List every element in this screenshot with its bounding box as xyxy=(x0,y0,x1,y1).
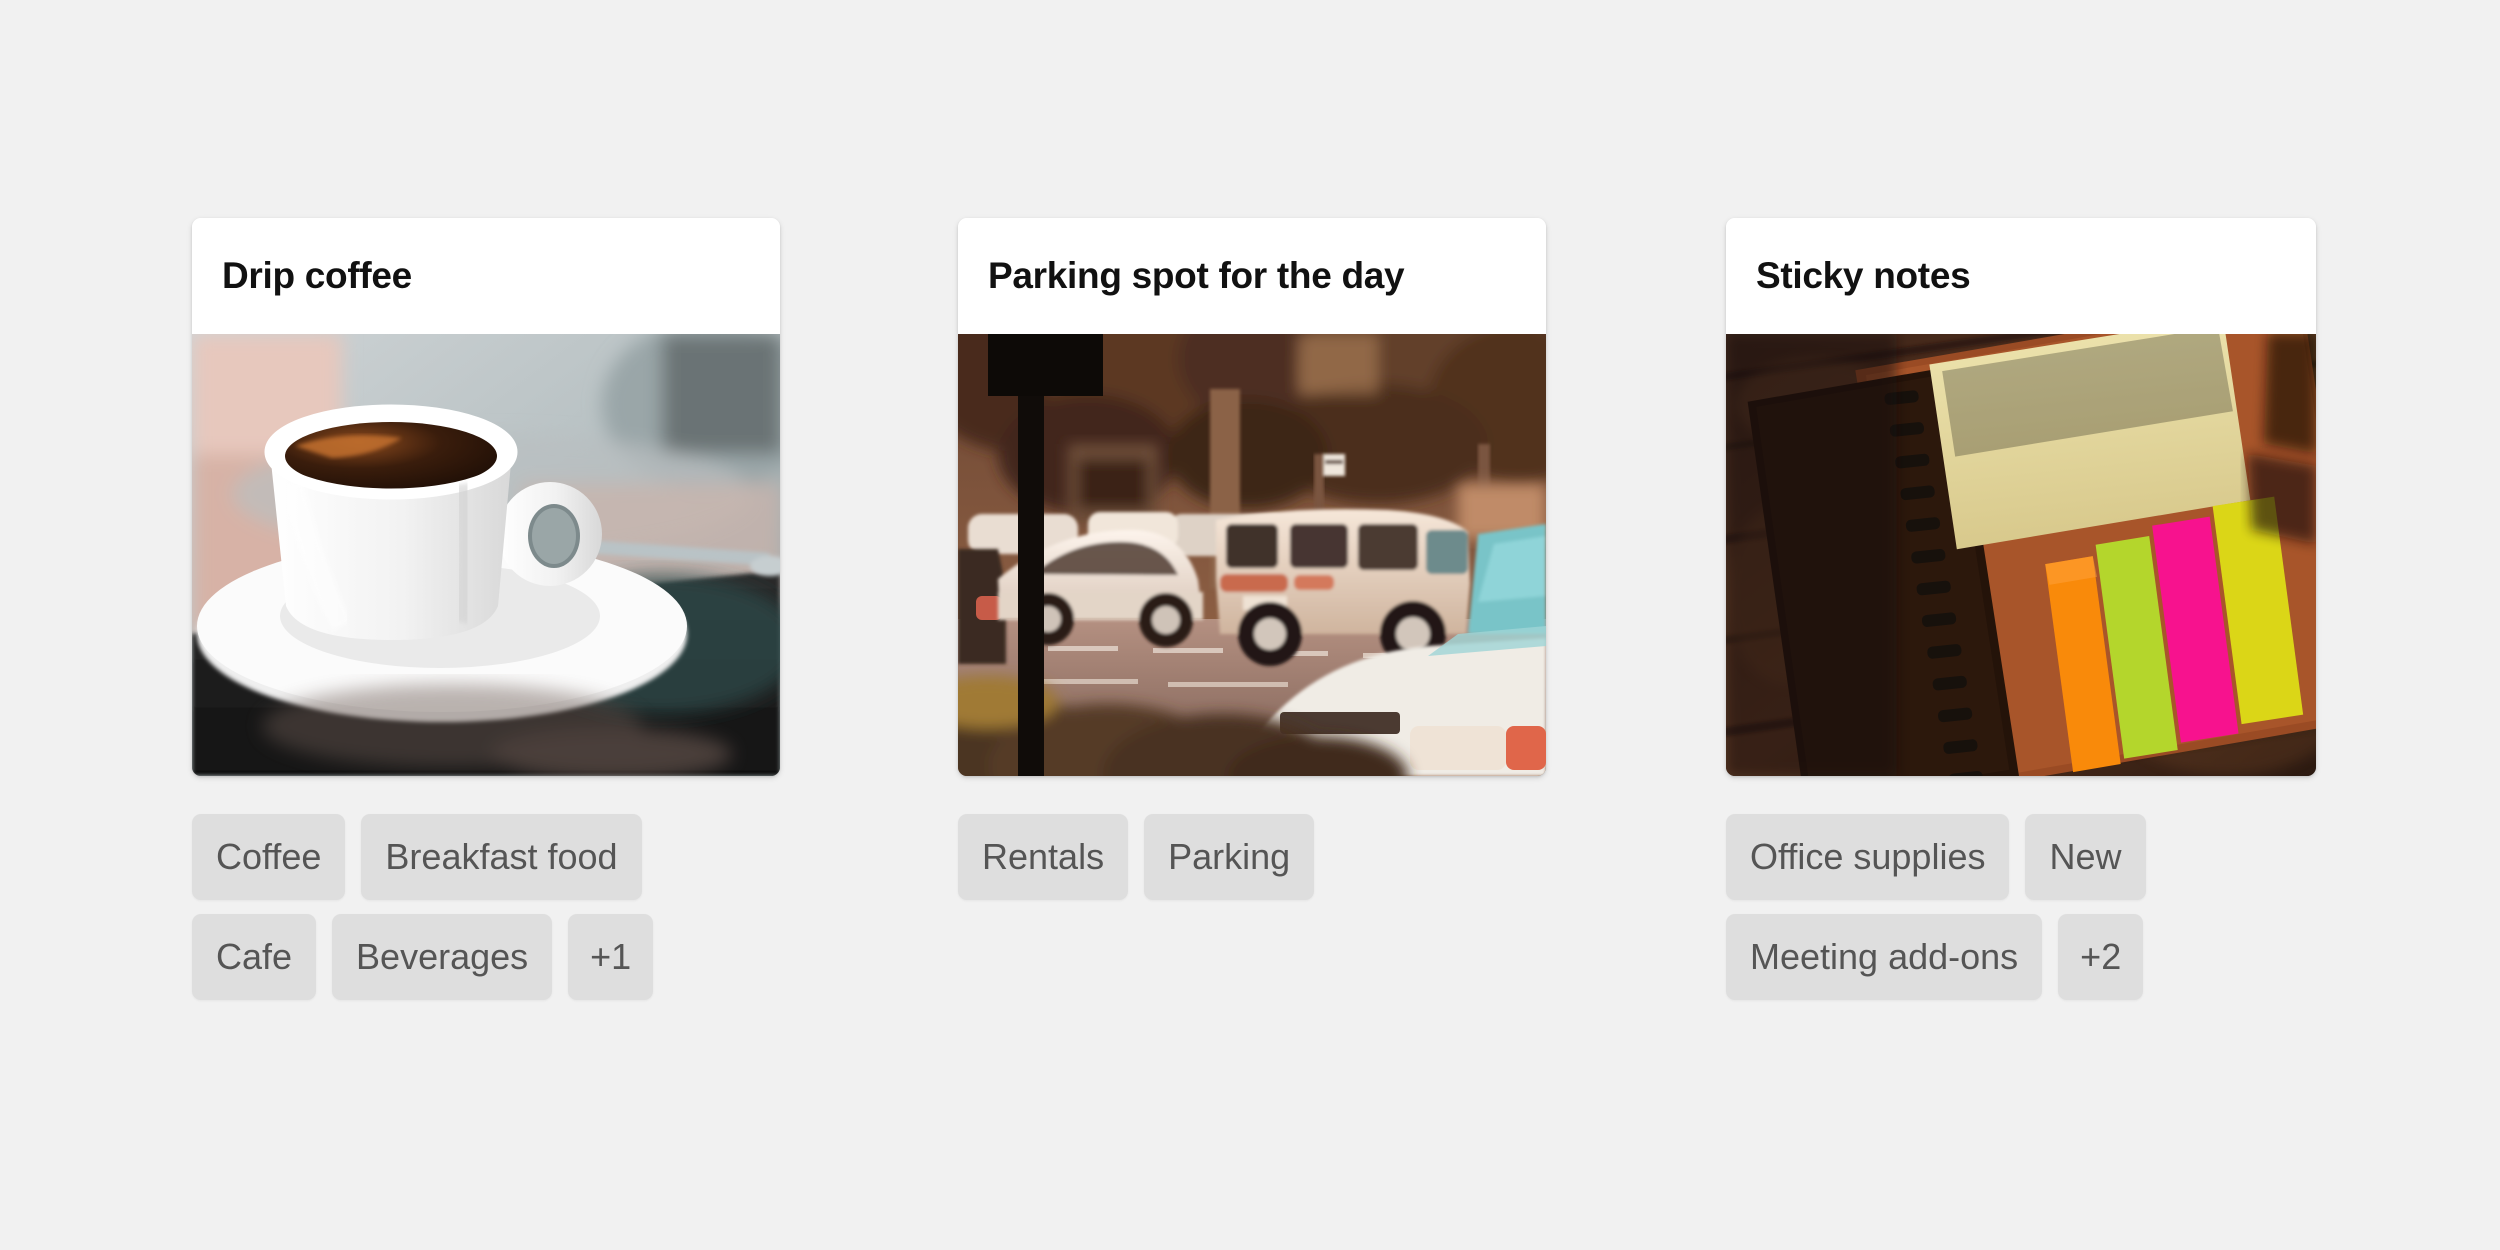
tag-row: Coffee Breakfast food xyxy=(192,814,642,900)
card-title: Parking spot for the day xyxy=(988,254,1405,296)
tag-chip[interactable]: Rentals xyxy=(958,814,1129,900)
card-board: Drip coffee Coffee Breakfast food Cafe B… xyxy=(0,0,2500,1250)
tag-overflow-chip[interactable]: +2 xyxy=(2058,914,2144,1000)
card-title: Drip coffee xyxy=(222,254,412,296)
card-header: Drip coffee xyxy=(192,218,780,334)
card-column: Sticky notes Office supplies New Meeting… xyxy=(1726,218,2316,1000)
tag-list: Office supplies New Meeting add-ons +2 xyxy=(1726,814,2316,1000)
tag-chip[interactable]: New xyxy=(2025,814,2146,900)
tag-chip[interactable]: Meeting add-ons xyxy=(1726,914,2043,1000)
tag-row: Cafe Beverages +1 xyxy=(192,914,654,1000)
tag-chip[interactable]: Office supplies xyxy=(1726,814,2010,900)
tag-chip[interactable]: Breakfast food xyxy=(361,814,642,900)
item-card[interactable]: Parking spot for the day xyxy=(958,218,1546,776)
tag-row: Meeting add-ons +2 xyxy=(1726,914,2144,1000)
tag-chip[interactable]: Coffee xyxy=(192,814,346,900)
card-column: Parking spot for the day Rentals Parking xyxy=(958,218,1546,900)
tag-chip[interactable]: Cafe xyxy=(192,914,317,1000)
card-column: Drip coffee Coffee Breakfast food Cafe B… xyxy=(192,218,780,1000)
item-card[interactable]: Drip coffee xyxy=(192,218,780,776)
card-header: Parking spot for the day xyxy=(958,218,1546,334)
parking-lot-photo xyxy=(958,334,1546,776)
tag-row: Rentals Parking xyxy=(958,814,1315,900)
tag-list: Coffee Breakfast food Cafe Beverages +1 xyxy=(192,814,780,1000)
item-card[interactable]: Sticky notes xyxy=(1726,218,2316,776)
tag-row: Office supplies New xyxy=(1726,814,2146,900)
coffee-cup-photo xyxy=(192,334,780,776)
card-title: Sticky notes xyxy=(1756,254,1971,296)
tag-chip[interactable]: Beverages xyxy=(332,914,553,1000)
tag-list: Rentals Parking xyxy=(958,814,1546,900)
tag-chip[interactable]: Parking xyxy=(1144,814,1315,900)
sticky-notes-photo xyxy=(1726,334,2316,776)
card-header: Sticky notes xyxy=(1726,218,2316,334)
tag-overflow-chip[interactable]: +1 xyxy=(568,914,654,1000)
